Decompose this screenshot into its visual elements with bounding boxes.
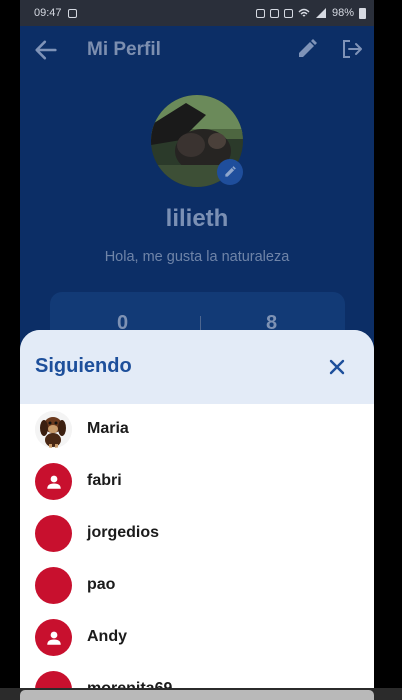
edit-pencil-icon xyxy=(225,166,236,177)
following-bottom-sheet: Siguiendo Maria fabri jorgedios pao Andy xyxy=(20,330,374,700)
person-icon xyxy=(46,475,61,489)
battery-percent: 98% xyxy=(331,7,354,19)
avatar-edit-button[interactable] xyxy=(217,159,243,185)
avatar xyxy=(35,567,72,604)
list-item-fabri[interactable]: fabri xyxy=(20,456,374,508)
home-indicator[interactable] xyxy=(20,690,374,700)
alarm-icon xyxy=(269,8,279,18)
list-item-andy[interactable]: Andy xyxy=(20,612,374,664)
page-title: Mi Perfil xyxy=(87,39,161,60)
close-icon[interactable] xyxy=(325,355,349,379)
edit-pencil-icon[interactable] xyxy=(295,37,319,61)
list-item-name: jorgedios xyxy=(87,524,160,541)
avatar xyxy=(35,619,72,656)
wifi-icon xyxy=(298,8,310,17)
dog-avatar-icon xyxy=(35,411,72,448)
screen: 09:47 98% Mi Perfil lilieth Hola, me gus… xyxy=(20,0,374,700)
mute-icon xyxy=(283,8,293,18)
app-bar: Mi Perfil xyxy=(20,26,374,76)
list-item-name: fabri xyxy=(87,472,122,489)
status-bar: 09:47 98% xyxy=(20,0,374,26)
list-item-name: pao xyxy=(87,576,116,593)
lock-icon xyxy=(255,8,265,18)
battery-icon xyxy=(359,7,366,19)
avatar xyxy=(35,411,72,448)
status-time: 09:47 xyxy=(34,7,62,19)
back-arrow-icon[interactable] xyxy=(32,36,60,64)
profile-username: lilieth xyxy=(165,205,229,232)
avatar xyxy=(35,463,72,500)
avatar xyxy=(35,515,72,552)
sheet-title: Siguiendo xyxy=(35,355,132,377)
list-item-name: Andy xyxy=(87,628,127,645)
signal-icon xyxy=(315,8,326,18)
profile-bio: Hola, me gusta la naturaleza xyxy=(104,249,290,265)
profile-avatar-container xyxy=(151,95,243,187)
list-item-pao[interactable]: pao xyxy=(20,560,374,612)
list-item-maria[interactable]: Maria xyxy=(20,404,374,456)
list-item-name: Maria xyxy=(87,420,129,437)
person-icon xyxy=(46,631,61,645)
screenshot-icon xyxy=(67,8,77,18)
list-item-jorgedios[interactable]: jorgedios xyxy=(20,508,374,560)
sheet-header: Siguiendo xyxy=(20,330,374,404)
logout-icon[interactable] xyxy=(340,37,364,61)
